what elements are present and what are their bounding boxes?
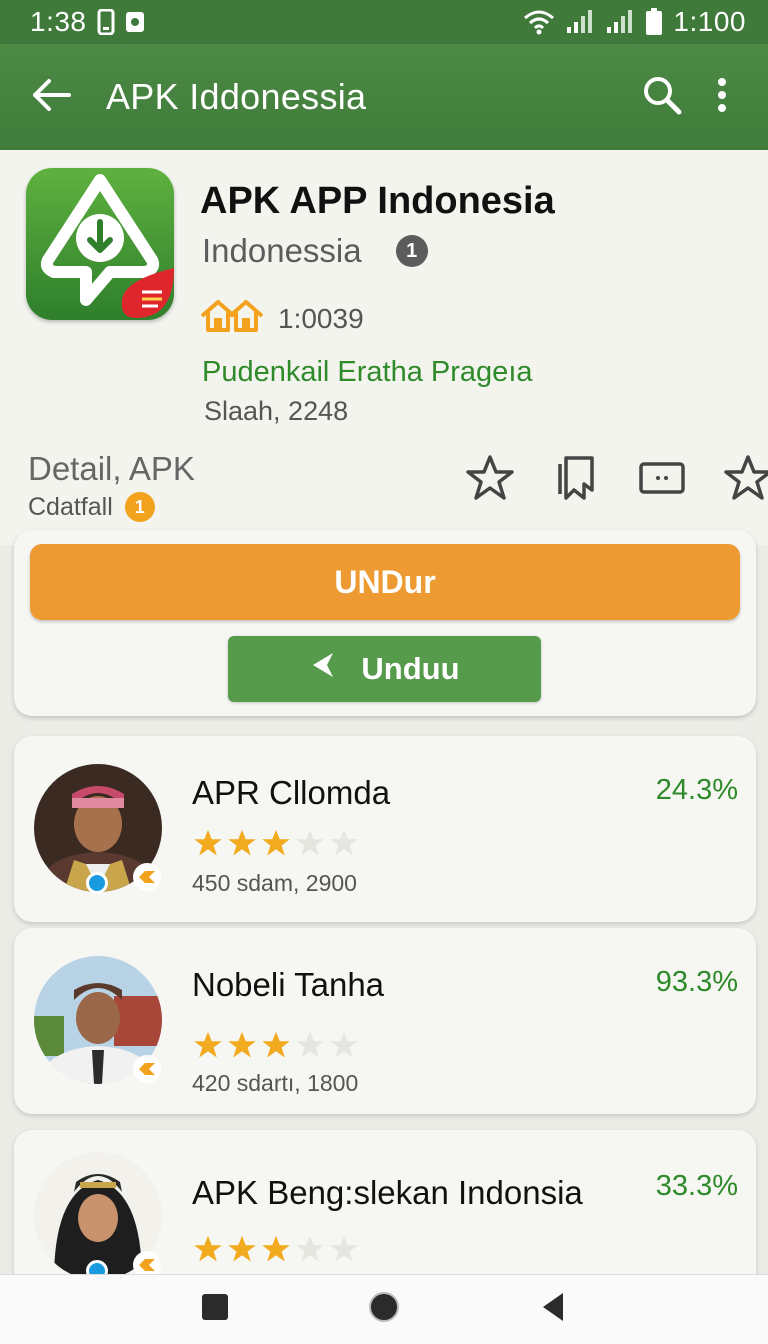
star-filled-icon [262, 1235, 290, 1262]
developer-link[interactable]: Pudenkail Eratha Prageıa [202, 356, 533, 389]
back-arrow-icon [31, 78, 71, 117]
star-filled-icon [228, 1031, 256, 1058]
notification-icon [125, 11, 145, 33]
app-size: Slaah, 2248 [204, 396, 349, 426]
primary-download-button[interactable]: UNDur [30, 544, 740, 620]
list-item[interactable]: APR Cllomda 24.3% 450 sdam, 2900 [14, 736, 756, 922]
secondary-download-label: Unduu [361, 651, 460, 686]
home-circle-icon [368, 1291, 400, 1328]
star-empty-icon [296, 1235, 324, 1262]
favorite-button[interactable] [462, 452, 518, 508]
item-meta: 420 sdartı, 1800 [192, 1070, 359, 1096]
download-arrow-icon [309, 651, 339, 687]
bookmark-button[interactable] [548, 452, 604, 508]
rating-count: 1:0039 [278, 302, 364, 334]
house-icon [200, 298, 264, 339]
back-triangle-icon [541, 1292, 565, 1327]
rating-row: 1:0039 [200, 298, 364, 339]
bookmark-icon [556, 454, 596, 507]
avatar [34, 1152, 162, 1282]
avatar [34, 764, 162, 894]
detail-badge: 1 [124, 492, 155, 522]
app-header: APK APP Indonesia Indonessia 1 1:0039 Pu… [0, 150, 768, 545]
secondary-download-button[interactable]: Unduu [228, 636, 541, 702]
star-rating [192, 1030, 360, 1060]
status-time: 1:38 [30, 6, 87, 37]
star-filled-icon [194, 1235, 222, 1262]
phone-icon [97, 9, 115, 35]
app-logo [26, 168, 174, 320]
info-badge[interactable]: 1 [395, 235, 428, 267]
app-subtitle: Indonessia [202, 232, 362, 269]
online-status-dot [86, 872, 108, 894]
status-left: 1:38 [30, 6, 145, 38]
recents-square-icon [201, 1293, 229, 1326]
more-vert-icon [716, 77, 728, 118]
star-outline-icon [465, 454, 515, 507]
back-nav-button[interactable] [523, 1280, 583, 1340]
app-name: APK APP Indonesia [200, 180, 555, 222]
detail-title: Detail, APK [28, 450, 195, 487]
detail-sub-label: Cdatfall [28, 492, 113, 521]
wifi-icon [523, 9, 555, 35]
status-bar: 1:38 1:100 [0, 0, 768, 44]
item-percent: 93.3% [655, 966, 738, 998]
star-empty-icon [296, 829, 324, 856]
signal-icon [565, 9, 595, 35]
battery-text: 1:100 [673, 6, 746, 37]
item-title: APK Beng:slekan Indonsia [192, 1174, 583, 1211]
search-icon [642, 75, 682, 120]
more-options-button[interactable] [692, 62, 752, 132]
list-item[interactable]: Nobeli Tanha 93.3% 420 sdartı, 1800 [14, 928, 756, 1114]
item-title: Nobeli Tanha [192, 966, 385, 1003]
item-title: APR Cllomda [192, 774, 391, 811]
signal-icon [605, 9, 635, 35]
action-icons [462, 452, 768, 508]
star-empty-icon [296, 1031, 324, 1058]
star-outline-icon [723, 454, 768, 507]
status-right: 1:100 [523, 6, 746, 38]
battery-icon [645, 8, 663, 36]
verified-badge-icon [132, 1054, 162, 1084]
rate-button[interactable] [720, 452, 768, 508]
recents-button[interactable] [185, 1280, 245, 1340]
back-button[interactable] [16, 62, 86, 132]
search-button[interactable] [632, 62, 692, 132]
star-rating [192, 828, 360, 858]
star-rating [192, 1234, 360, 1264]
app-subtitle-row: Indonessia 1 [202, 232, 428, 270]
item-percent: 33.3% [655, 1170, 738, 1202]
star-filled-icon [194, 829, 222, 856]
star-empty-icon [330, 829, 358, 856]
star-empty-icon [330, 1235, 358, 1262]
message-icon [638, 460, 686, 501]
verified-badge-icon [132, 862, 162, 892]
install-card: UNDur Unduu [14, 530, 756, 716]
star-filled-icon [228, 829, 256, 856]
avatar [34, 956, 162, 1084]
item-meta: 450 sdam, 2900 [192, 870, 357, 896]
page-title: APK Iddonessia [106, 76, 367, 117]
system-nav-bar [0, 1274, 768, 1344]
star-filled-icon [262, 1031, 290, 1058]
detail-subtitle: Cdatfall 1 [28, 492, 155, 522]
star-empty-icon [330, 1031, 358, 1058]
app-bar: APK Iddonessia [0, 44, 768, 150]
star-filled-icon [228, 1235, 256, 1262]
item-percent: 24.3% [655, 774, 738, 806]
star-filled-icon [194, 1031, 222, 1058]
message-button[interactable] [634, 452, 690, 508]
home-button[interactable] [354, 1280, 414, 1340]
star-filled-icon [262, 829, 290, 856]
